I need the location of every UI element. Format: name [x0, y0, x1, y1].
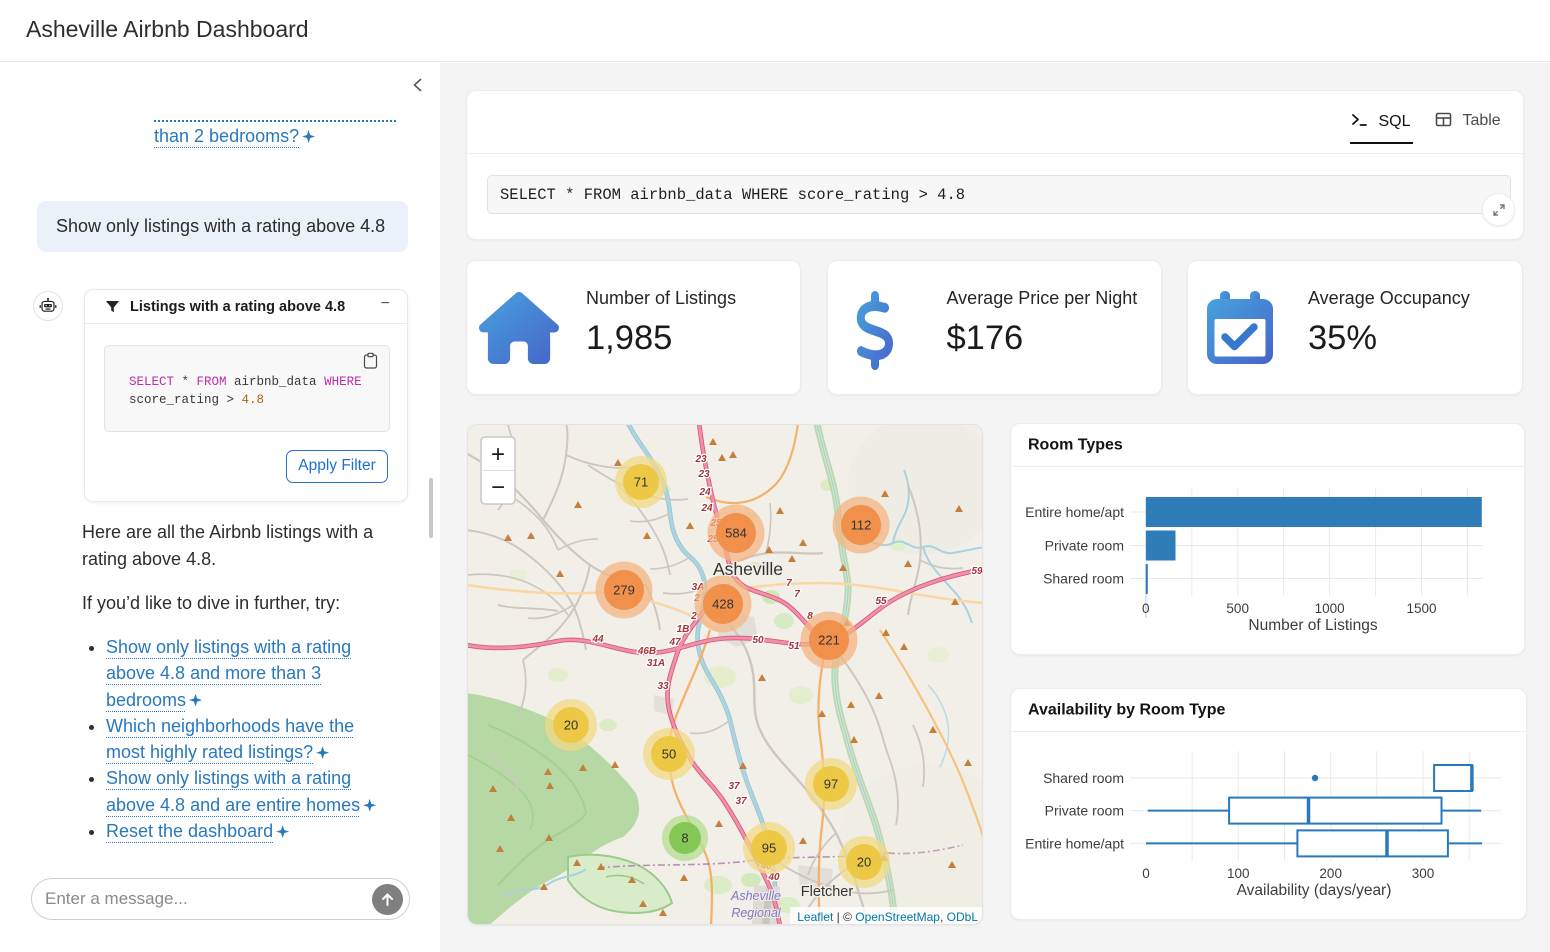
svg-text:51: 51: [788, 641, 800, 652]
svg-text:59: 59: [971, 566, 983, 577]
svg-text:221: 221: [818, 633, 840, 648]
svg-text:1000: 1000: [1315, 601, 1345, 616]
svg-text:300: 300: [1412, 866, 1435, 881]
svg-text:100: 100: [1227, 866, 1250, 881]
svg-text:8: 8: [681, 831, 688, 846]
svg-text:23: 23: [697, 469, 710, 480]
svg-text:Availability (days/year): Availability (days/year): [1237, 882, 1392, 899]
svg-text:Entire home/apt: Entire home/apt: [1025, 504, 1124, 520]
svg-text:Asheville: Asheville: [730, 889, 781, 903]
svg-text:+: +: [491, 441, 505, 468]
svg-text:Entire home/apt: Entire home/apt: [1025, 835, 1124, 851]
svg-text:Private room: Private room: [1045, 803, 1124, 819]
svg-text:Fletcher: Fletcher: [801, 884, 854, 900]
svg-text:47: 47: [668, 637, 681, 648]
svg-text:Room Types: Room Types: [1028, 437, 1123, 454]
svg-text:Regional: Regional: [731, 906, 782, 920]
svg-text:20: 20: [564, 718, 578, 733]
svg-text:46B: 46B: [637, 646, 656, 657]
svg-text:24: 24: [698, 487, 711, 498]
svg-text:Shared room: Shared room: [1043, 770, 1124, 786]
svg-text:37: 37: [735, 796, 747, 807]
svg-text:55: 55: [875, 596, 887, 607]
svg-text:97: 97: [824, 777, 838, 792]
svg-text:Shared room: Shared room: [1043, 571, 1124, 587]
svg-text:23: 23: [694, 454, 707, 465]
svg-text:428: 428: [712, 597, 734, 612]
svg-text:500: 500: [1226, 601, 1249, 616]
svg-text:37: 37: [728, 781, 740, 792]
svg-text:Number of Listings: Number of Listings: [1248, 617, 1377, 634]
svg-text:Leaflet | © OpenStreetMap, ODb: Leaflet | © OpenStreetMap, ODbL: [797, 910, 978, 924]
svg-text:20: 20: [857, 855, 871, 870]
svg-text:7: 7: [794, 589, 800, 600]
svg-text:44: 44: [591, 634, 604, 645]
svg-text:0: 0: [1142, 866, 1150, 881]
svg-text:95: 95: [762, 841, 776, 856]
svg-text:584: 584: [725, 526, 747, 541]
svg-text:1500: 1500: [1406, 601, 1436, 616]
svg-text:31A: 31A: [647, 658, 665, 669]
svg-text:7: 7: [786, 578, 792, 589]
svg-text:0: 0: [1142, 601, 1150, 616]
svg-text:200: 200: [1319, 866, 1342, 881]
svg-text:Availability by Room Type: Availability by Room Type: [1028, 702, 1225, 719]
svg-text:−: −: [491, 474, 505, 501]
svg-text:Airport: Airport: [737, 923, 775, 925]
svg-text:24: 24: [700, 503, 713, 514]
svg-text:112: 112: [851, 518, 872, 533]
svg-text:50: 50: [752, 635, 764, 646]
svg-text:33: 33: [657, 681, 669, 692]
svg-text:1B: 1B: [677, 624, 690, 635]
svg-text:279: 279: [613, 583, 635, 598]
svg-text:50: 50: [662, 747, 676, 762]
svg-text:Private room: Private room: [1045, 538, 1124, 554]
svg-text:71: 71: [634, 475, 648, 490]
